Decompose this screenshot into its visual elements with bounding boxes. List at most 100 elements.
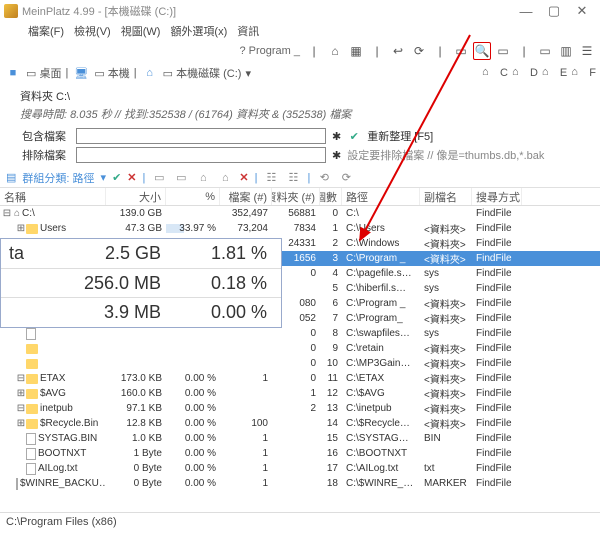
exclude-star[interactable]: ✱ bbox=[332, 149, 341, 162]
row-count: 0 bbox=[320, 208, 342, 219]
row-mode: FindFile bbox=[472, 478, 522, 489]
col-path[interactable]: 路徑 bbox=[342, 188, 420, 205]
toolbar-program-label[interactable]: ? Program _ bbox=[239, 45, 300, 57]
col-size[interactable]: 大小 bbox=[106, 188, 166, 205]
col-name[interactable]: 名稱 bbox=[0, 188, 106, 205]
group-check-icon[interactable]: ✔ bbox=[112, 171, 121, 184]
menu-info[interactable]: 資訊 bbox=[237, 23, 259, 39]
expander-icon[interactable]: ⊞ bbox=[16, 418, 26, 429]
include-input[interactable] bbox=[76, 128, 326, 144]
desktop-icon[interactable]: ■ bbox=[4, 65, 22, 81]
drive-letter-f[interactable]: F bbox=[589, 67, 596, 79]
col-cnt[interactable]: 個數 bbox=[320, 188, 342, 205]
drive-f-icon[interactable]: ⌂ bbox=[571, 66, 585, 80]
exclude-hint: 設定要排除檔案 // 像是=thumbs.db,*.bak bbox=[347, 147, 544, 163]
location-desktop[interactable]: ▭ 桌面 bbox=[26, 65, 61, 81]
options-icon[interactable]: ▭ bbox=[536, 42, 554, 60]
export-icon[interactable]: ▦ bbox=[347, 42, 365, 60]
expander-icon[interactable]: ⊞ bbox=[16, 223, 26, 234]
table-row[interactable]: $WINRE_BACKU…0 Byte0.00 %118C:\$WINRE_…M… bbox=[0, 476, 600, 491]
col-dirs[interactable]: 資料夾 (#) bbox=[272, 188, 320, 205]
menu-extra[interactable]: 額外選項(x) bbox=[170, 23, 227, 39]
row-size: 1.0 KB bbox=[106, 433, 166, 444]
statusbar: C:\Program Files (x86) bbox=[0, 512, 600, 530]
minimize-button[interactable]: — bbox=[512, 1, 540, 21]
expander-icon[interactable]: ⊞ bbox=[16, 388, 26, 399]
drive-icon[interactable]: ⌂ bbox=[141, 65, 159, 81]
disk-icon[interactable]: ⌂ bbox=[326, 42, 344, 60]
grp-icon-1[interactable]: ▭ bbox=[151, 170, 167, 186]
folder-icon bbox=[26, 359, 38, 369]
computer-icon[interactable]: 🖥 bbox=[72, 65, 90, 81]
list-icon[interactable]: ☰ bbox=[578, 42, 596, 60]
folder-icon bbox=[26, 374, 38, 384]
row-dirs: 0 bbox=[272, 358, 320, 369]
drive-letter-c[interactable]: C bbox=[500, 67, 508, 79]
table-row[interactable]: ⊞$Recycle.Bin12.8 KB0.00 %10014C:\$Recyc… bbox=[0, 416, 600, 431]
refresh-check-icon[interactable]: ✔ bbox=[347, 129, 361, 143]
row-path: C:\BOOTNXT bbox=[342, 448, 420, 459]
row-ext: sys bbox=[420, 328, 472, 339]
col-ext[interactable]: 副檔名 bbox=[420, 188, 472, 205]
grp-icon-7[interactable]: ⟲ bbox=[316, 170, 332, 186]
table-row[interactable]: ⊞Users47.3 GB33.97 %73,20478341C:\Users<… bbox=[0, 221, 600, 236]
zoom-pct-0: 1.81 % bbox=[181, 243, 281, 264]
grp-icon-5[interactable]: ☷ bbox=[263, 170, 279, 186]
row-count: 8 bbox=[320, 328, 342, 339]
location-drive[interactable]: ▭ 本機磁碟 (C:) bbox=[163, 65, 242, 81]
window-title: MeinPlatz 4.99 - [本機磁碟 (C:)] bbox=[22, 3, 512, 19]
table-row[interactable]: SYSTAG.BIN1.0 KB0.00 %115C:\SYSTAG…BINFi… bbox=[0, 431, 600, 446]
refresh-icon[interactable]: ⟳ bbox=[410, 42, 428, 60]
table-row[interactable]: ⊟inetpub97.1 KB0.00 %213C:\inetpub<資料夾>F… bbox=[0, 401, 600, 416]
exclude-input[interactable] bbox=[76, 147, 326, 163]
columns-icon[interactable]: ▥ bbox=[557, 42, 575, 60]
group-label[interactable]: 群組分類: 路徑 bbox=[22, 170, 94, 186]
menu-file[interactable]: 檔案(F) bbox=[28, 23, 64, 39]
drive-letter-e[interactable]: E bbox=[560, 67, 567, 79]
table-row[interactable]: BOOTNXT1 Byte0.00 %116C:\BOOTNXTFindFile bbox=[0, 446, 600, 461]
sheet-icon[interactable]: ▭ bbox=[494, 42, 512, 60]
col-mode[interactable]: 搜尋方式 bbox=[472, 188, 522, 205]
col-files[interactable]: 檔案 (#) bbox=[220, 188, 272, 205]
table-row[interactable]: 010C:\MP3Gain…<資料夾>FindFile bbox=[0, 356, 600, 371]
zoom-size-1: 256.0 MB bbox=[41, 273, 181, 294]
grp-icon-3[interactable]: ⌂ bbox=[195, 170, 211, 186]
menu-view2[interactable]: 視圖(W) bbox=[121, 23, 161, 39]
page-icon[interactable]: ▭ bbox=[452, 42, 470, 60]
maximize-button[interactable]: ▢ bbox=[540, 1, 568, 21]
grp-icon-6[interactable]: ☷ bbox=[285, 170, 301, 186]
table-row[interactable]: ⊟ETAX173.0 KB0.00 %1011C:\ETAX<資料夾>FindF… bbox=[0, 371, 600, 386]
drive-letter-d[interactable]: D bbox=[530, 67, 538, 79]
table-row[interactable]: ⊟⌂C:\139.0 GB352,497568810C:\FindFile bbox=[0, 206, 600, 221]
row-mode: FindFile bbox=[472, 223, 522, 234]
col-pct[interactable]: % bbox=[166, 188, 220, 205]
drive-d-icon[interactable]: ⌂ bbox=[512, 66, 526, 80]
drive-c-icon[interactable]: ⌂ bbox=[482, 66, 496, 80]
back-icon[interactable]: ↩ bbox=[389, 42, 407, 60]
expander-icon[interactable]: ⊟ bbox=[2, 208, 12, 219]
row-path: C:\Program _ bbox=[342, 298, 420, 309]
grp-clear-icon[interactable]: ✕ bbox=[239, 171, 248, 184]
expander-icon[interactable]: ⊟ bbox=[16, 403, 26, 414]
row-files: 1 bbox=[220, 433, 272, 444]
grp-icon-2[interactable]: ▭ bbox=[173, 170, 189, 186]
location-computer[interactable]: ▭ 本機 bbox=[94, 65, 129, 81]
refresh-label[interactable]: 重新整理 [F5] bbox=[367, 128, 433, 144]
drive-e-icon[interactable]: ⌂ bbox=[542, 66, 556, 80]
zoom-name-0: ta bbox=[1, 243, 41, 264]
grp-icon-4[interactable]: ⌂ bbox=[217, 170, 233, 186]
table-row[interactable]: ⊞$AVG160.0 KB0.00 %112C:\$AVG<資料夾>FindFi… bbox=[0, 386, 600, 401]
table-row[interactable]: AILog.txt0 Byte0.00 %117C:\AILog.txttxtF… bbox=[0, 461, 600, 476]
menu-view[interactable]: 檢視(V) bbox=[74, 23, 111, 39]
row-ext: <資料夾> bbox=[420, 221, 472, 236]
include-star[interactable]: ✱ bbox=[332, 130, 341, 143]
table-row[interactable]: 08C:\swapfiles…sysFindFile bbox=[0, 326, 600, 341]
table-row[interactable]: 09C:\retain<資料夾>FindFile bbox=[0, 341, 600, 356]
group-clear-icon[interactable]: ✕ bbox=[127, 171, 136, 184]
magnifier-icon[interactable]: 🔍 bbox=[473, 42, 491, 60]
expander-icon[interactable]: ⊟ bbox=[16, 373, 26, 384]
row-count: 3 bbox=[320, 253, 342, 264]
close-button[interactable]: ✕ bbox=[568, 1, 596, 21]
zoom-overlay: ta 2.5 GB 1.81 % 256.0 MB 0.18 % 3.9 MB … bbox=[0, 238, 282, 328]
grp-icon-8[interactable]: ⟳ bbox=[338, 170, 354, 186]
